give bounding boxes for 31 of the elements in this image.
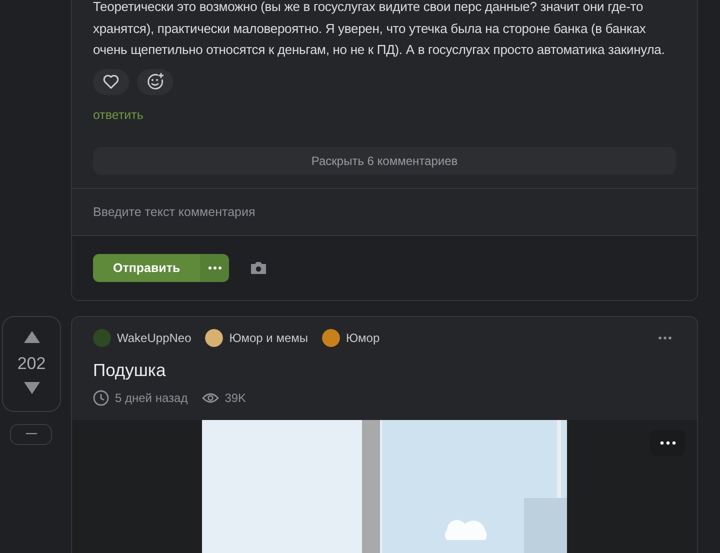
downvote-button[interactable] (24, 382, 40, 396)
rating-count: 202 (17, 354, 46, 374)
up-arrow-icon (24, 330, 40, 342)
minus-icon (26, 433, 36, 435)
expand-comments-button[interactable]: Раскрыть 6 комментариев (93, 146, 676, 174)
like-button[interactable] (93, 68, 129, 94)
comment-input[interactable]: Введите текст комментария (72, 188, 697, 236)
more-icon (660, 440, 676, 444)
community-link[interactable]: WakeUppNeo (117, 330, 192, 344)
eye-icon (202, 392, 219, 404)
community-link[interactable]: Юмор (346, 330, 380, 344)
community-link[interactable]: Юмор и мемы (229, 330, 308, 344)
post-title[interactable]: Подушка (93, 360, 676, 380)
more-options-button[interactable] (200, 254, 230, 282)
clock-icon (93, 390, 109, 406)
send-button[interactable]: Отправить (93, 254, 200, 282)
more-options-button[interactable] (650, 430, 685, 456)
view-count: 39K (224, 390, 246, 404)
down-arrow-icon (24, 382, 40, 394)
emoji-reaction-button[interactable] (137, 68, 173, 94)
post-time: 5 дней назад (115, 390, 188, 404)
avatar[interactable] (205, 328, 224, 346)
camera-icon[interactable] (250, 260, 268, 274)
reply-link[interactable]: ответить (93, 108, 144, 122)
avatar[interactable] (322, 328, 340, 346)
more-icon (658, 336, 672, 340)
smiley-plus-icon (146, 72, 164, 91)
more-icon (208, 266, 222, 270)
comment-text: Теоретически это возможно (вы же в госуслугах видите свои перс данные? значит они где-то хранятся), практически маловероятно. Я уверен, что утечка была на стороне банка (в банках очень щепетильно относятся к деньгам, но не к ПД). А в госуслугах просто автоматика закинула. (93, 0, 666, 59)
upvote-button[interactable] (24, 330, 40, 346)
heart-icon (103, 74, 119, 89)
